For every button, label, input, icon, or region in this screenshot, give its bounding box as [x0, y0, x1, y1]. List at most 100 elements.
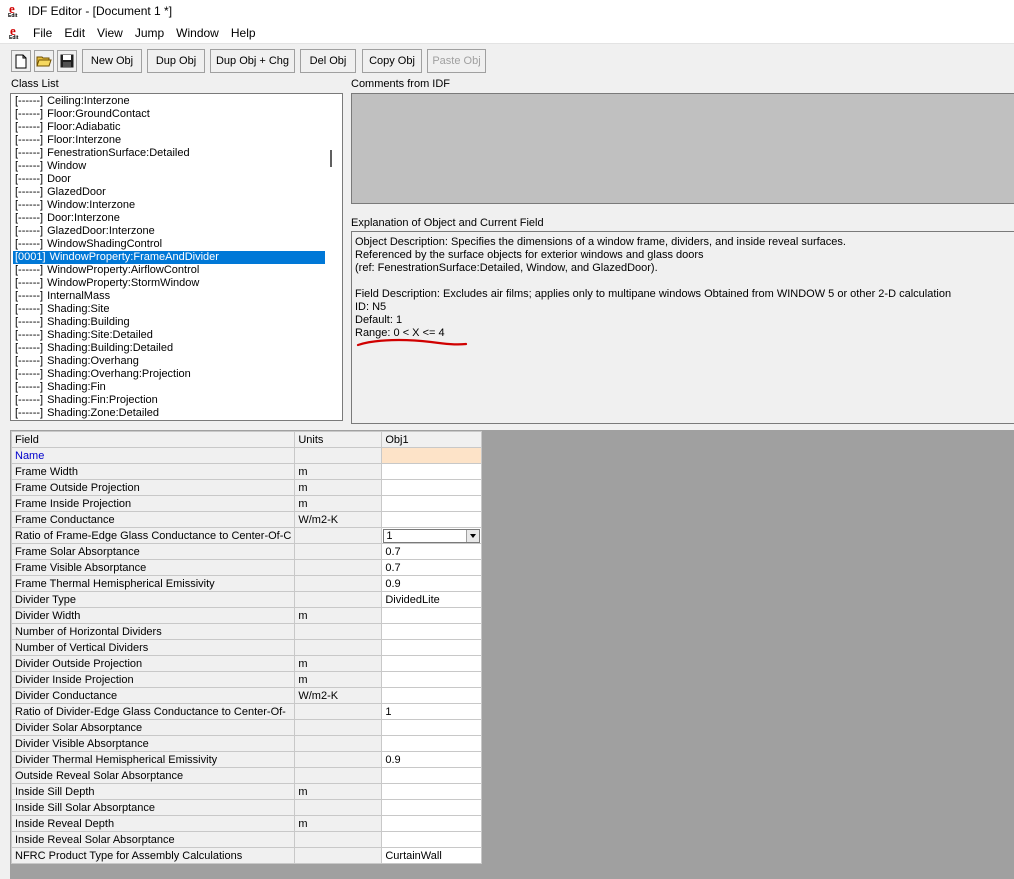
class-list-item[interactable]: [------] Shading:Building [13, 316, 328, 329]
class-count: [------] [15, 264, 44, 276]
class-list-item[interactable]: [------] Shading:Site [13, 303, 328, 316]
value-cell[interactable]: DividedLite [381, 591, 483, 608]
class-list-item[interactable]: [------] Floor:Adiabatic [13, 121, 328, 134]
chevron-down-icon[interactable] [466, 529, 480, 542]
grid-row: Divider Thermal Hemispherical Emissivity… [10, 751, 483, 768]
class-list-item[interactable]: [------] WindowProperty:AirflowControl [13, 264, 328, 277]
value-dropdown[interactable]: 1 [383, 528, 481, 543]
class-count: [------] [15, 108, 44, 120]
paste-obj-button[interactable]: Paste Obj [427, 49, 486, 73]
class-name: FenestrationSurface:Detailed [47, 147, 190, 159]
value-cell[interactable] [381, 495, 483, 512]
value-cell[interactable] [381, 623, 483, 640]
menu-help[interactable]: Help [225, 26, 262, 40]
field-name-cell: Frame Visible Absorptance [10, 559, 296, 576]
class-count: [------] [15, 342, 44, 354]
class-list-item[interactable]: [------] Shading:Overhang [13, 355, 328, 368]
save-disk-icon[interactable] [57, 50, 77, 72]
class-list-item[interactable]: [------] Door:Interzone [13, 212, 328, 225]
class-list-item[interactable]: [------] Shading:Site:Detailed [13, 329, 328, 342]
class-list-item[interactable]: [------] InternalMass [13, 290, 328, 303]
units-cell: m [294, 815, 383, 832]
value-cell[interactable] [381, 463, 483, 480]
explanation-box: Object Description: Specifies the dimens… [351, 231, 1014, 424]
class-list-item[interactable]: [------] Shading:Overhang:Projection [13, 368, 328, 381]
grid-row: Frame Inside Projection m [10, 495, 483, 512]
value-cell[interactable] [381, 815, 483, 832]
class-list-item[interactable]: [------] Ceiling:Interzone [13, 95, 328, 108]
units-cell [294, 575, 383, 592]
field-name-cell: Frame Inside Projection [10, 495, 296, 512]
open-folder-icon[interactable] [34, 50, 54, 72]
value-cell[interactable] [381, 687, 483, 704]
value-cell[interactable] [381, 607, 483, 624]
value-cell[interactable] [381, 671, 483, 688]
grid-row: Inside Reveal Solar Absorptance [10, 831, 483, 848]
document-logo-icon[interactable]: e Edit [9, 23, 23, 41]
value-cell[interactable]: 1 [381, 527, 483, 544]
value-cell[interactable] [381, 479, 483, 496]
value-cell[interactable]: 0.7 [381, 543, 483, 560]
toolbar: New Obj Dup Obj Dup Obj + Chg Del Obj Co… [0, 43, 1014, 76]
value-cell[interactable] [381, 767, 483, 784]
class-list-item[interactable]: [------] GlazedDoor:Interzone [13, 225, 328, 238]
class-count: [------] [15, 329, 44, 341]
menu-edit[interactable]: Edit [58, 26, 91, 40]
value-cell[interactable] [381, 831, 483, 848]
scrollbar-thumb[interactable] [330, 150, 332, 167]
class-list-item[interactable]: [------] Shading:Building:Detailed [13, 342, 328, 355]
class-list-item[interactable]: [------] Floor:GroundContact [13, 108, 328, 121]
class-list-item[interactable]: [0001] WindowProperty:FrameAndDivider [13, 251, 328, 264]
class-list-item[interactable]: [------] FenestrationSurface:Detailed [13, 147, 328, 160]
menu-file[interactable]: File [27, 26, 58, 40]
value-cell[interactable]: 0.7 [381, 559, 483, 576]
units-cell [294, 639, 383, 656]
grid-row: Inside Sill Depth m [10, 783, 483, 800]
field-name-cell: Number of Horizontal Dividers [10, 623, 296, 640]
class-list-item[interactable]: [------] Floor:Interzone [13, 134, 328, 147]
units-column-header: Units [294, 431, 383, 448]
menu-window[interactable]: Window [170, 26, 225, 40]
del-obj-button[interactable]: Del Obj [300, 49, 356, 73]
class-list-item[interactable]: [------] Shading:Fin:Projection [13, 394, 328, 407]
class-list-item[interactable]: [------] GlazedDoor [13, 186, 328, 199]
grid-row: Divider Conductance W/m2-K [10, 687, 483, 704]
value-cell[interactable] [381, 783, 483, 800]
class-list-item[interactable]: [------] Shading:Zone:Detailed [13, 407, 328, 420]
value-cell[interactable] [381, 655, 483, 672]
class-count: [------] [15, 173, 44, 185]
field-name-cell: Frame Conductance [10, 511, 296, 528]
value-cell[interactable]: 0.9 [381, 751, 483, 768]
value-cell[interactable] [381, 799, 483, 816]
explanation-line: ID: N5 [355, 301, 387, 313]
obj1-column-header[interactable]: Obj1 [381, 431, 483, 448]
value-cell[interactable] [381, 447, 483, 464]
class-list-item[interactable]: [------] Window [13, 160, 328, 173]
grid-row: Frame Width m [10, 463, 483, 480]
dup-obj-chg-button[interactable]: Dup Obj + Chg [210, 49, 295, 73]
field-name-cell: Divider Conductance [10, 687, 296, 704]
class-list-item[interactable]: [------] Door [13, 173, 328, 186]
value-cell[interactable] [381, 511, 483, 528]
menu-view[interactable]: View [91, 26, 129, 40]
class-list[interactable]: [------] Ceiling:Interzone [------] Floor:G… [10, 93, 343, 421]
class-list-item[interactable]: [------] WindowProperty:StormWindow [13, 277, 328, 290]
value-cell[interactable]: 1 [381, 703, 483, 720]
value-cell[interactable] [381, 719, 483, 736]
class-name: Door:Interzone [47, 212, 120, 224]
class-list-item[interactable]: [------] WindowShadingControl [13, 238, 328, 251]
new-file-icon[interactable] [11, 50, 31, 72]
new-obj-button[interactable]: New Obj [82, 49, 142, 73]
value-cell[interactable] [381, 735, 483, 752]
value-cell[interactable]: 0.9 [381, 575, 483, 592]
class-list-item[interactable]: [------] Window:Interzone [13, 199, 328, 212]
menu-jump[interactable]: Jump [129, 26, 170, 40]
value-cell[interactable]: CurtainWall [381, 847, 483, 864]
copy-obj-button[interactable]: Copy Obj [362, 49, 422, 73]
comments-box[interactable] [351, 93, 1014, 204]
class-list-scrollbar[interactable] [325, 95, 341, 419]
dup-obj-button[interactable]: Dup Obj [147, 49, 205, 73]
class-name: InternalMass [47, 290, 111, 302]
class-list-item[interactable]: [------] Shading:Fin [13, 381, 328, 394]
value-cell[interactable] [381, 639, 483, 656]
